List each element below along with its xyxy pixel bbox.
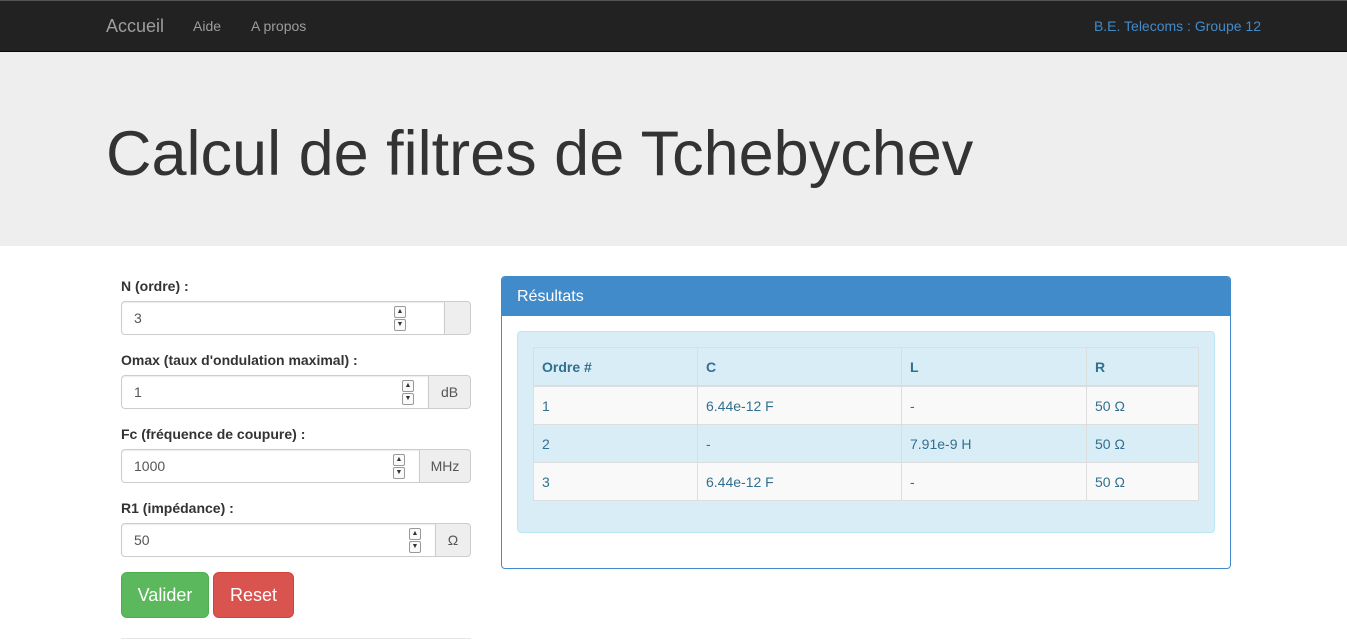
table-cell: 50 Ω xyxy=(1086,462,1199,501)
column-header-l: L xyxy=(901,347,1087,387)
omax-field-box: ▲ ▼ xyxy=(121,375,429,409)
field-group-omax: Omax (taux d'ondulation maximal) : ▲ ▼ d… xyxy=(121,350,471,409)
nav-brand-accueil[interactable]: Accueil xyxy=(106,1,164,51)
spinner-down-icon[interactable]: ▼ xyxy=(402,393,414,405)
divider xyxy=(121,638,471,639)
field-group-r1: R1 (impédance) : ▲ ▼ Ω xyxy=(121,498,471,557)
fc-input[interactable] xyxy=(134,450,342,482)
nav-link-group[interactable]: B.E. Telecoms : Groupe 12 xyxy=(1094,1,1261,51)
spinner-up-icon[interactable]: ▲ xyxy=(409,528,421,540)
omax-input[interactable] xyxy=(134,376,349,408)
r1-input[interactable] xyxy=(134,524,354,556)
spinner-down-icon[interactable]: ▼ xyxy=(409,541,421,553)
omax-input-group: ▲ ▼ dB xyxy=(121,375,471,409)
table-cell: 6.44e-12 F xyxy=(697,385,902,425)
table-row: 2 - 7.91e-9 H 50 Ω xyxy=(533,424,1199,463)
table-cell: 50 Ω xyxy=(1086,424,1199,463)
fc-field-box: ▲ ▼ xyxy=(121,449,420,483)
results-table: Ordre # C L R 1 6.44e-12 F - 50 Ω 2 - 7.… xyxy=(533,347,1199,501)
r1-input-group: ▲ ▼ Ω xyxy=(121,523,471,557)
number-spinner-icon[interactable]: ▲ ▼ xyxy=(393,454,405,479)
column-header-r: R xyxy=(1086,347,1199,387)
r1-unit-addon: Ω xyxy=(436,523,471,557)
order-input[interactable] xyxy=(134,302,360,334)
table-row: 3 6.44e-12 F - 50 Ω xyxy=(533,462,1199,501)
order-label: N (ordre) : xyxy=(121,278,189,294)
results-well: Ordre # C L R 1 6.44e-12 F - 50 Ω 2 - 7.… xyxy=(517,331,1215,533)
results-panel-title: Résultats xyxy=(502,277,1230,316)
results-panel: Résultats Ordre # C L R 1 6.44e-12 F - 5… xyxy=(501,276,1231,569)
fc-input-group: ▲ ▼ MHz xyxy=(121,449,471,483)
table-cell: 1 xyxy=(533,385,698,425)
spinner-down-icon[interactable]: ▼ xyxy=(394,319,406,331)
spinner-up-icon[interactable]: ▲ xyxy=(402,380,414,392)
number-spinner-icon[interactable]: ▲ ▼ xyxy=(402,380,414,405)
field-group-order: N (ordre) : ▲ ▼ xyxy=(121,276,471,335)
field-group-fc: Fc (fréquence de coupure) : ▲ ▼ MHz xyxy=(121,424,471,483)
table-cell: 7.91e-9 H xyxy=(901,424,1087,463)
reset-button[interactable]: Reset xyxy=(213,572,294,618)
column-header-c: C xyxy=(697,347,902,387)
spinner-down-icon[interactable]: ▼ xyxy=(393,467,405,479)
r1-label: R1 (impédance) : xyxy=(121,500,234,516)
fc-label: Fc (fréquence de coupure) : xyxy=(121,426,306,442)
column-header-ordre: Ordre # xyxy=(533,347,698,387)
table-cell: 6.44e-12 F xyxy=(697,462,902,501)
table-cell: 2 xyxy=(533,424,698,463)
omax-unit-addon: dB xyxy=(429,375,471,409)
order-input-group: ▲ ▼ xyxy=(121,301,471,335)
order-addon xyxy=(445,301,471,335)
order-field-box: ▲ ▼ xyxy=(121,301,445,335)
nav-link-apropos[interactable]: A propos xyxy=(251,1,306,51)
table-cell: - xyxy=(697,424,902,463)
number-spinner-icon[interactable]: ▲ ▼ xyxy=(409,528,421,553)
table-cell: 3 xyxy=(533,462,698,501)
omax-label: Omax (taux d'ondulation maximal) : xyxy=(121,352,358,368)
spinner-up-icon[interactable]: ▲ xyxy=(394,306,406,318)
navbar: Accueil Aide A propos B.E. Telecoms : Gr… xyxy=(0,0,1347,52)
jumbotron: Calcul de filtres de Tchebychev xyxy=(0,52,1347,246)
valider-button[interactable]: Valider xyxy=(121,572,209,618)
table-cell: 50 Ω xyxy=(1086,385,1199,425)
table-row: 1 6.44e-12 F - 50 Ω xyxy=(533,385,1199,425)
table-header-row: Ordre # C L R xyxy=(533,347,1199,387)
fc-unit-addon: MHz xyxy=(420,449,471,483)
table-cell: - xyxy=(901,385,1087,425)
number-spinner-icon[interactable]: ▲ ▼ xyxy=(394,306,406,331)
r1-field-box: ▲ ▼ xyxy=(121,523,436,557)
spinner-up-icon[interactable]: ▲ xyxy=(393,454,405,466)
nav-link-aide[interactable]: Aide xyxy=(193,1,221,51)
table-cell: - xyxy=(901,462,1087,501)
page-title: Calcul de filtres de Tchebychev xyxy=(106,119,974,189)
